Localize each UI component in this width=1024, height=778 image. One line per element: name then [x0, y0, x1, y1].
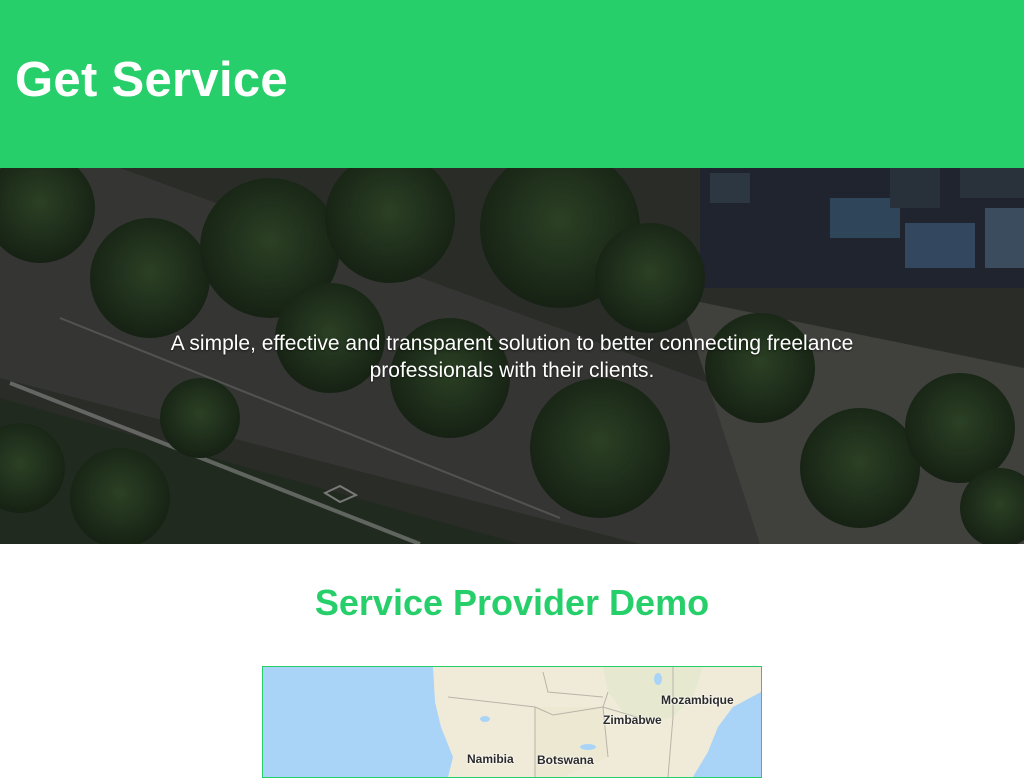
section-title: Service Provider Demo: [314, 582, 710, 623]
map-label-botswana: Botswana: [537, 753, 594, 767]
brand-title[interactable]: Get Service: [15, 52, 288, 108]
map-label-mozambique: Mozambique: [661, 693, 734, 707]
service-map[interactable]: Mozambique Zimbabwe Namibia Botswana: [262, 666, 762, 778]
hero-tagline: A simple, effective and transparent solu…: [170, 332, 854, 382]
map-label-zimbabwe: Zimbabwe: [603, 713, 662, 727]
hero-banner: A simple, effective and transparent solu…: [0, 168, 1024, 544]
map-label-namibia: Namibia: [467, 752, 514, 766]
header: Get Service: [0, 0, 1024, 168]
